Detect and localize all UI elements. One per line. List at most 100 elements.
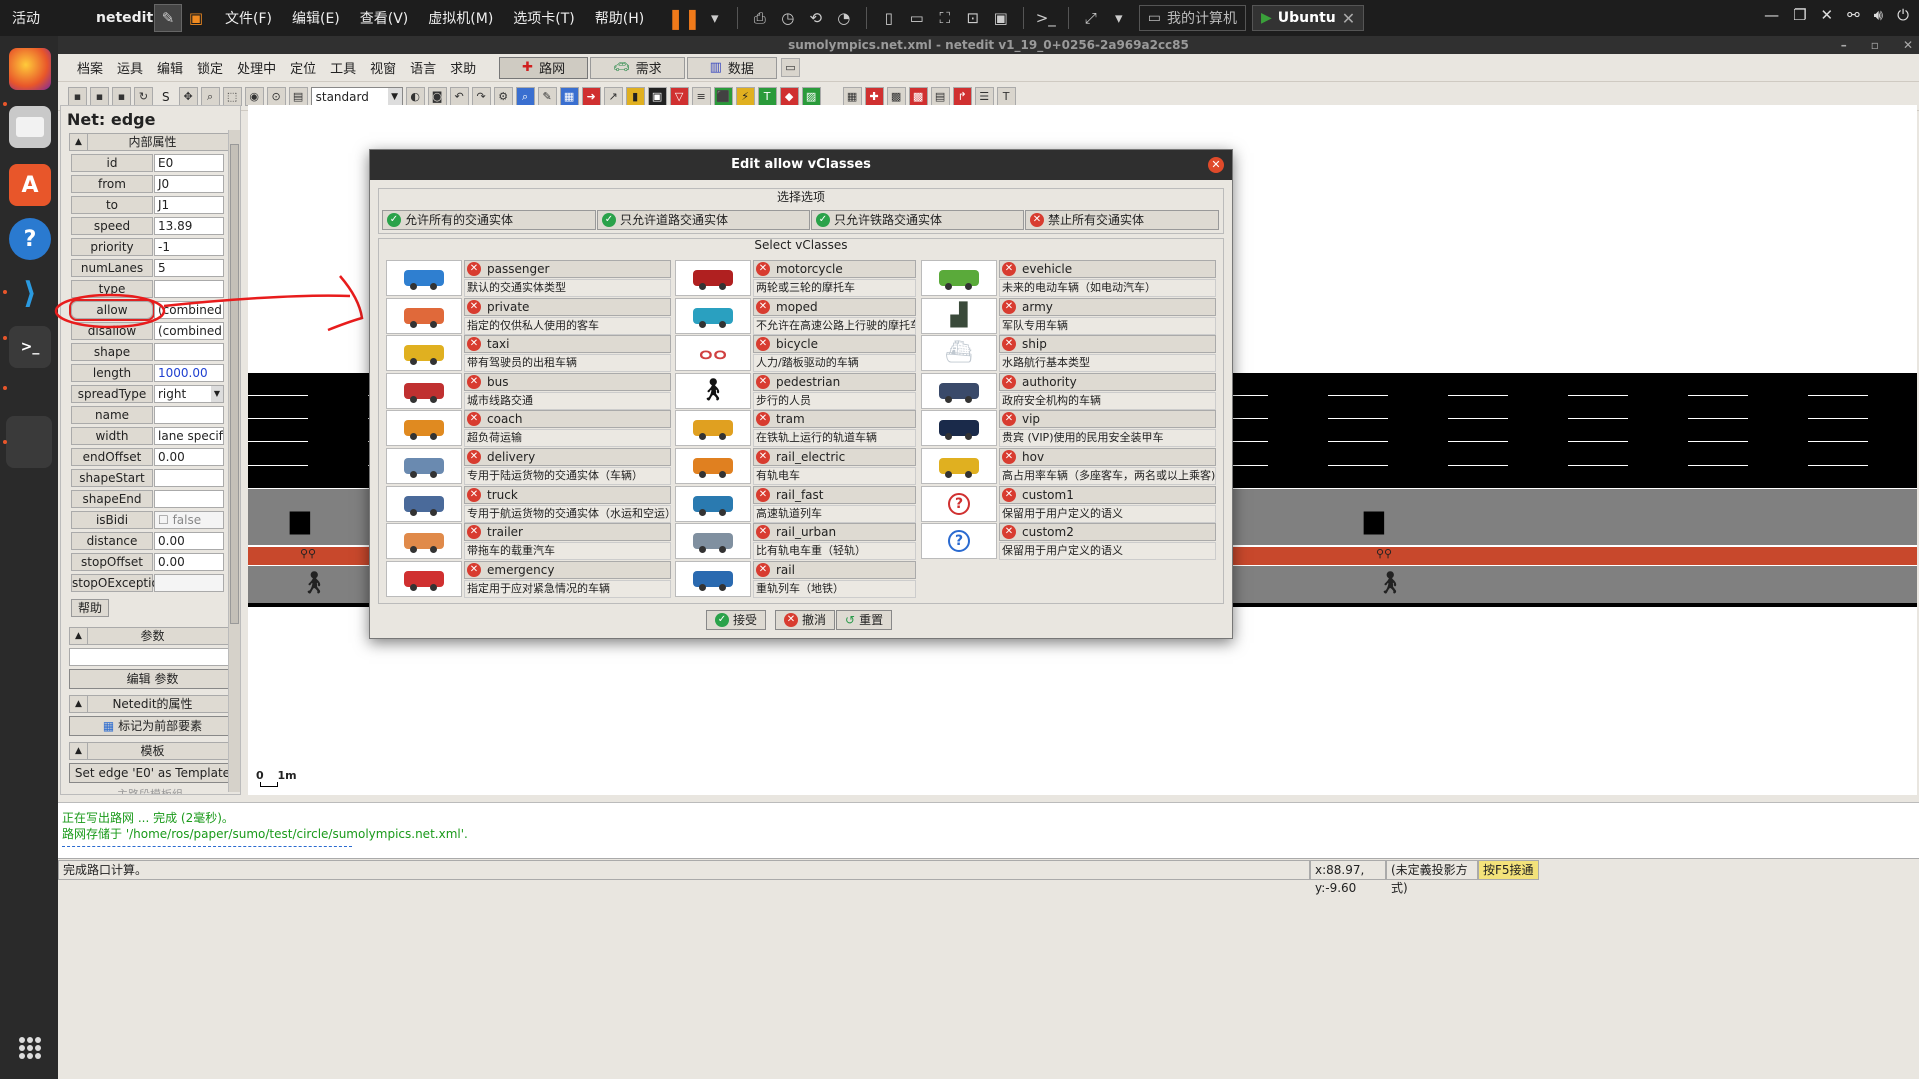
poly-icon[interactable]: ◆ — [779, 87, 799, 106]
show-apps-icon[interactable] — [19, 1037, 41, 1059]
prohibition-icon[interactable]: ▽ — [669, 87, 689, 106]
edit-params-button[interactable]: 编辑 参数 — [69, 669, 236, 689]
network-icon[interactable]: ⚯ — [1847, 6, 1860, 24]
snapshot-manager-icon[interactable]: ◔ — [830, 4, 858, 32]
activities-button[interactable]: 活动 — [0, 8, 96, 28]
palette-icon[interactable]: ◐ — [405, 87, 425, 106]
vclass-toggle-button[interactable]: ✕ rail — [753, 560, 916, 579]
panel-scrollbar[interactable] — [228, 130, 240, 792]
attribute-value-spreadtype[interactable]: right ▼ — [154, 385, 224, 403]
params-field[interactable] — [69, 648, 236, 666]
attribute-value-isbidi[interactable]: ☐ false — [154, 511, 224, 529]
pause-icon[interactable]: ❚❚ — [667, 6, 701, 30]
attribute-value-endoffset[interactable]: 0.00 — [154, 448, 224, 466]
window-toggle-icon[interactable]: ▭ — [780, 58, 800, 77]
attribute-value-length[interactable]: 1000.00 — [154, 364, 224, 382]
crossing-icon[interactable]: ≡ — [691, 87, 711, 106]
taz-edge-icon[interactable]: T — [996, 87, 1016, 106]
vclass-toggle-button[interactable]: ✕ pedestrian — [753, 372, 916, 391]
running-app-icon[interactable] — [6, 416, 52, 468]
menu-tools[interactable]: 工具 — [323, 58, 363, 77]
attribute-value-numlanes[interactable]: 5 — [154, 259, 224, 277]
attribute-value-stopoffset[interactable]: 0.00 — [154, 553, 224, 571]
vclass-toggle-button[interactable]: ✕ delivery — [464, 448, 671, 466]
traffic-light-icon[interactable]: ▣ — [647, 87, 667, 106]
delete-icon[interactable]: ✎ — [537, 87, 557, 106]
app-center-icon[interactable]: A — [9, 164, 51, 206]
mark-front-button[interactable]: ▦ 标记为前部要素 — [69, 716, 236, 736]
stretch-dropdown-icon[interactable]: ▾ — [1105, 4, 1133, 32]
allow-all-button[interactable]: ✓ 允许所有的交通实体 — [382, 210, 596, 230]
vclass-toggle-button[interactable]: ✕ moped — [753, 297, 916, 316]
attribute-value-to[interactable]: J1 — [154, 196, 224, 214]
save-icon[interactable]: ▪ — [90, 87, 109, 106]
attribute-label-disallow[interactable]: disallow — [71, 322, 153, 340]
fullscreen-icon[interactable]: ⛶ — [931, 4, 959, 32]
vclass-toggle-button[interactable]: ✕ rail_electric — [753, 448, 916, 466]
undo-icon[interactable]: ↶ — [449, 87, 469, 106]
unity-icon[interactable]: ⊡ — [959, 4, 987, 32]
set-template-button[interactable]: Set edge 'E0' as Template — [69, 763, 236, 783]
vclass-toggle-button[interactable]: ✕ tram — [753, 410, 916, 429]
junction-icon[interactable]: ✚ — [864, 87, 884, 106]
mode-demand-button[interactable]: 🚗︎ 需求 — [590, 56, 685, 79]
mode-network-button[interactable]: ✚ 路网 — [499, 56, 589, 79]
stretch-icon[interactable]: ⤢ — [1077, 4, 1105, 32]
close-icon[interactable]: ✕ — [1903, 36, 1913, 54]
menu-windows[interactable]: 视窗 — [363, 58, 403, 77]
vclass-toggle-button[interactable]: ✕ ship — [999, 335, 1216, 354]
vclass-toggle-button[interactable]: ✕ coach — [464, 410, 671, 429]
vclass-toggle-button[interactable]: ✕ evehicle — [999, 260, 1216, 278]
menu-edit[interactable]: 编辑 — [150, 58, 190, 77]
taz-icon[interactable]: T — [757, 87, 777, 106]
attribute-value-priority[interactable]: -1 — [154, 238, 224, 256]
revert-icon[interactable]: ⟲ — [802, 4, 830, 32]
minimize-icon[interactable]: – — [1841, 36, 1847, 54]
attribute-value-stopoexception[interactable] — [154, 574, 224, 592]
redo-icon[interactable]: ↷ — [471, 87, 491, 106]
vclass-toggle-button[interactable]: ✕ bus — [464, 372, 671, 391]
pin-icon[interactable]: ✎ — [154, 4, 182, 32]
attribute-value-from[interactable]: J0 — [154, 175, 224, 193]
vclass-toggle-button[interactable]: ✕ hov — [999, 448, 1216, 466]
allow-rail-button[interactable]: ✓ 只允许铁路交通实体 — [811, 210, 1024, 230]
vehicle-color-icon[interactable]: ▩ — [908, 87, 928, 106]
restore-icon[interactable]: ❐ — [1793, 6, 1806, 24]
route-icon[interactable]: ▤ — [930, 87, 950, 106]
attribute-value-allow[interactable]: (combined!) — [154, 301, 224, 319]
select-mode-icon[interactable]: ▦ — [559, 87, 579, 106]
vclass-toggle-button[interactable]: ✕ rail_fast — [753, 485, 916, 504]
host-menu-edit[interactable]: 编辑(E) — [283, 8, 349, 28]
vclass-toggle-button[interactable]: ✕ vip — [999, 410, 1216, 429]
help-icon[interactable]: ? — [9, 218, 51, 260]
close-icon[interactable]: ✕ — [1208, 157, 1224, 173]
attribute-label-allow[interactable]: allow — [69, 299, 155, 321]
attribute-value-distance[interactable]: 0.00 — [154, 532, 224, 550]
collapse-icon[interactable]: ▲ — [70, 696, 88, 712]
vclass-toggle-button[interactable]: ✕ authority — [999, 372, 1216, 391]
firefox-icon[interactable] — [9, 48, 51, 90]
zoom-icon[interactable]: ⌕ — [200, 87, 220, 106]
menu-help[interactable]: 求助 — [443, 58, 483, 77]
files-icon[interactable] — [9, 106, 51, 148]
internal-attributes-header[interactable]: ▲ 内部属性 — [69, 133, 236, 151]
menu-lock[interactable]: 锁定 — [190, 58, 230, 77]
console-view-icon[interactable]: ▣ — [987, 4, 1015, 32]
create-edge-icon[interactable]: ➜ — [581, 87, 601, 106]
attribute-value-disallow[interactable]: (combined!) — [154, 322, 224, 340]
move-mode-icon[interactable]: ↗ — [603, 87, 623, 106]
vclass-toggle-button[interactable]: ✕ taxi — [464, 335, 671, 354]
vclass-toggle-button[interactable]: ✕ army — [999, 297, 1216, 316]
disallow-all-button[interactable]: ✕ 禁止所有交通实体 — [1025, 210, 1219, 230]
help-button[interactable]: 帮助 — [71, 599, 110, 617]
snapshot-icon[interactable]: ◷ — [774, 4, 802, 32]
vclass-toggle-button[interactable]: ✕ passenger — [464, 260, 671, 278]
vclass-toggle-button[interactable]: ✕ emergency — [464, 560, 671, 579]
vclass-toggle-button[interactable]: ✕ motorcycle — [753, 260, 916, 278]
vclass-toggle-button[interactable]: ✕ rail_urban — [753, 523, 916, 542]
menu-file[interactable]: 档案 — [70, 58, 110, 77]
vclass-toggle-button[interactable]: ✕ truck — [464, 485, 671, 504]
checkbox[interactable]: ☐ — [158, 513, 173, 527]
collapse-icon[interactable]: ▲ — [70, 743, 88, 759]
locate-icon[interactable]: ⊙ — [266, 87, 286, 106]
